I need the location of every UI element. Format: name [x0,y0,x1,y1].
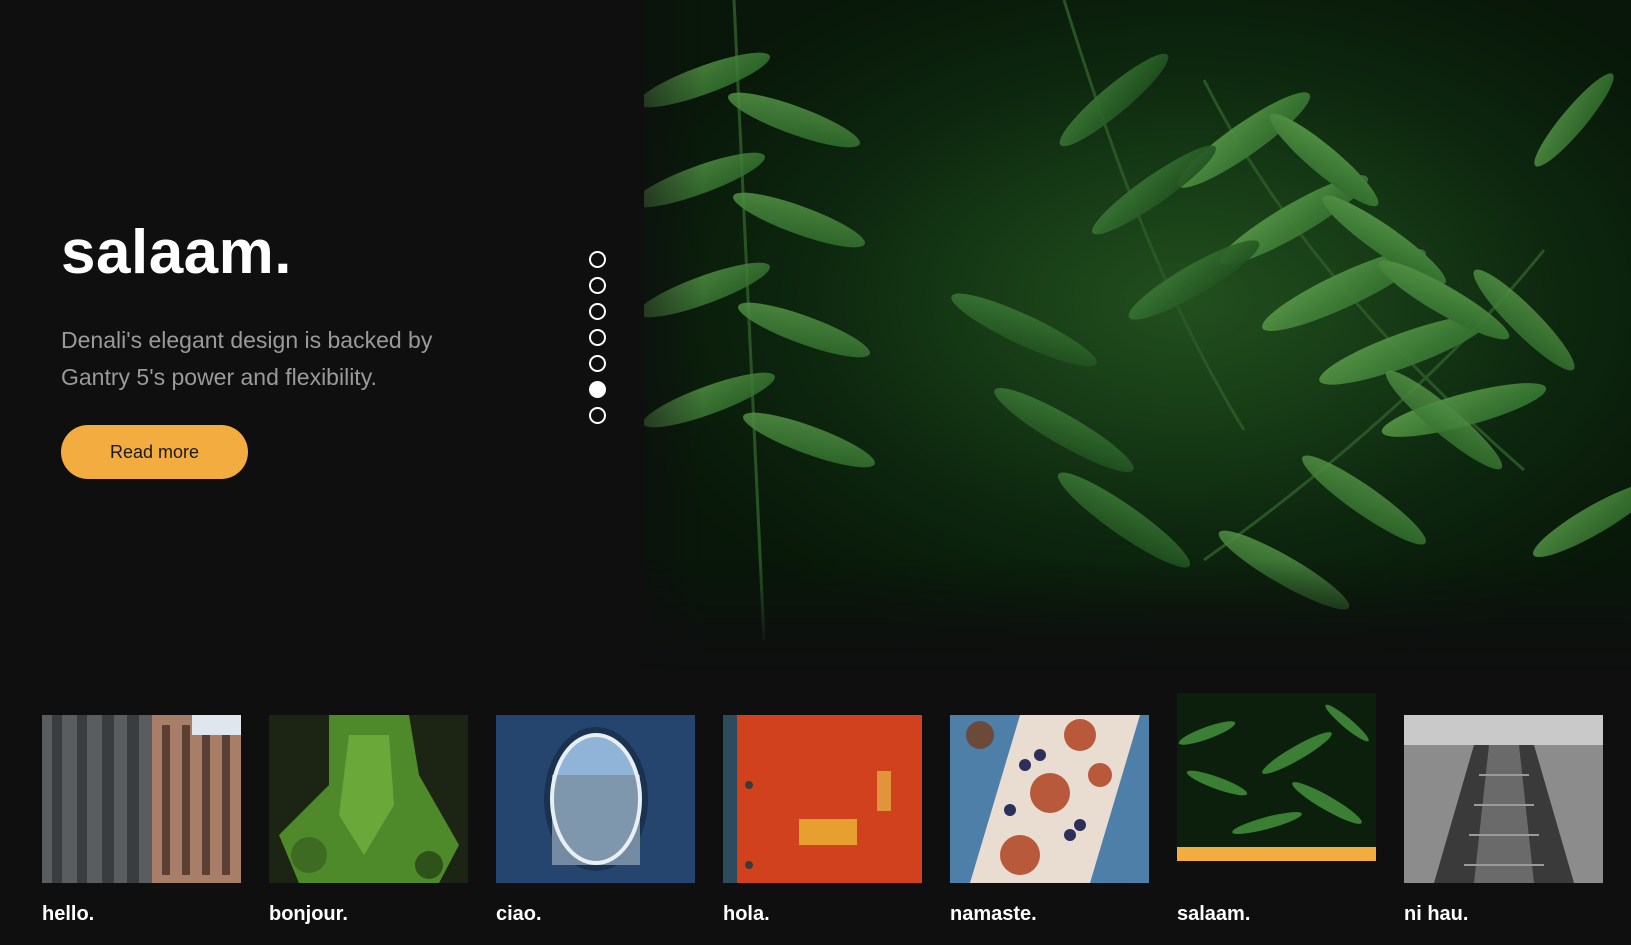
airplane-window-photo [496,715,695,883]
thumbnail-label: salaam. [1177,903,1251,925]
hero-description: Denali's elegant design is backed by Gan… [61,327,433,390]
slide-pagination [589,251,607,433]
active-thumbnail-indicator [1177,847,1376,861]
thumbnail-label: hola. [723,903,770,925]
slide-dot-3[interactable] [589,303,606,320]
escalator-photo [1404,715,1603,883]
red-door-photo [723,715,922,883]
thumbnail-label: ciao. [496,903,542,925]
thumbnail-strip: hello. bonjour. ciao. hola. namaste. sal… [42,693,1603,933]
slide-dot-1[interactable] [589,251,606,268]
fern-photo [1177,693,1376,861]
building-facade-photo [42,715,241,883]
thumbnail-label: namaste. [950,903,1037,925]
thumbnail-label: hello. [42,903,95,925]
hero-title: salaam. [61,218,293,287]
mossy-tree-photo [269,715,468,883]
slide-dot-7[interactable] [589,407,606,424]
slide-dot-4[interactable] [589,329,606,346]
hero-image-bottom-fade [644,560,1631,675]
slide-dot-6-active[interactable] [589,381,606,398]
thumbnail-label: ni hau. [1404,903,1469,925]
read-more-button[interactable]: Read more [61,425,248,479]
slide-dot-5[interactable] [589,355,606,372]
thumbnail-label: bonjour. [269,903,348,925]
slide-dot-2[interactable] [589,277,606,294]
slideshow: salaam. Denali's elegant design is backe… [0,0,1631,945]
fig-toast-photo [950,715,1149,883]
